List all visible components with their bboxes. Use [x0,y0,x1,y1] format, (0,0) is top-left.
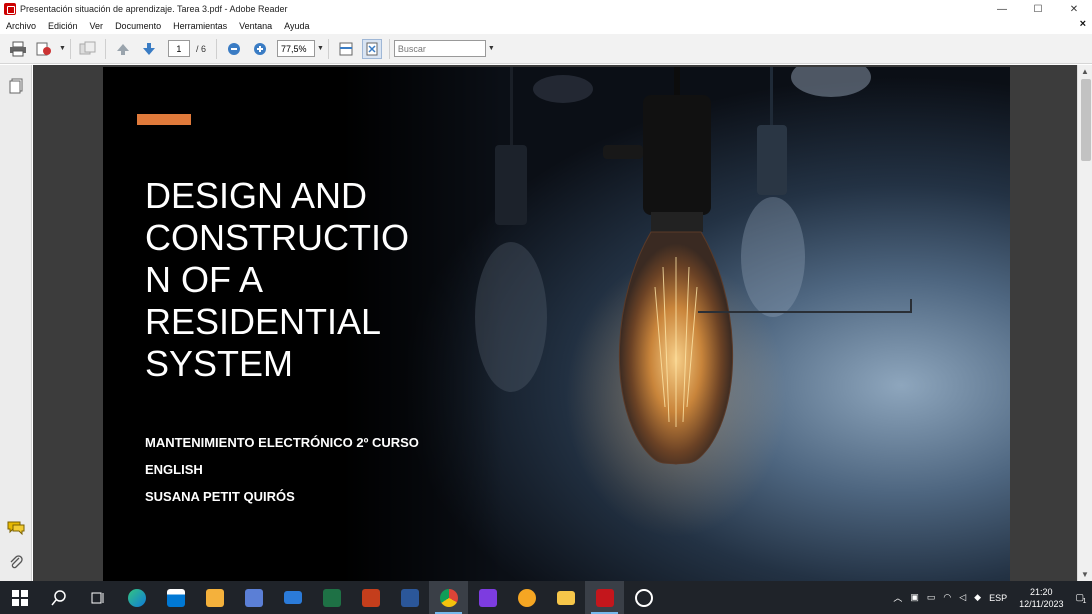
adobe-reader-icon [4,3,16,15]
close-document-button[interactable]: × [1080,18,1086,30]
language-indicator[interactable]: ESP [989,593,1007,603]
search-input[interactable]: Buscar [393,40,486,57]
zoom-level-input[interactable]: 77,5% [276,40,315,57]
slide-subtitle-course: MANTENIMIENTO ELECTRÓNICO 2º CURSO [145,435,419,450]
menu-archivo[interactable]: Archivo [0,21,42,31]
notepad-icon[interactable] [234,581,273,614]
start-icon[interactable] [0,581,39,614]
zoom-in-icon[interactable] [250,39,270,59]
menu-edicion[interactable]: Edición [42,21,84,31]
system-tray: ︿ ▣ ▭ ◠ ◁ ◆ ESP 21:20 12/11/2023 ▢ 1 [889,581,1092,614]
accent-bar [137,114,191,125]
minimize-button[interactable]: — [984,0,1020,18]
document-viewer[interactable]: DESIGN AND CONSTRUCTIO N OF A RESIDENTIA… [33,65,1077,581]
clock-date: 12/11/2023 [1019,598,1064,609]
dropbox-icon[interactable]: ◆ [974,592,981,603]
meet-now-icon[interactable]: ▣ [910,592,919,603]
screen-recorder-icon[interactable] [624,581,663,614]
toolbar-separator [327,38,329,59]
collaborate-icon[interactable] [78,39,98,59]
media-player-icon[interactable] [195,581,234,614]
close-button[interactable]: ✕ [1056,0,1092,18]
fit-width-icon[interactable] [336,39,356,59]
page-total: / 6 [195,43,206,54]
show-hidden-icons-icon[interactable]: ︿ [893,591,902,604]
toolbar-separator [215,38,217,59]
wifi-icon[interactable]: ◠ [943,592,951,603]
slide-subtitle-subject: ENGLISH [145,462,203,477]
scroll-down-icon[interactable]: ▼ [1081,570,1089,579]
volume-icon[interactable]: ◁ [959,592,966,603]
scroll-up-icon[interactable]: ▲ [1081,67,1089,76]
next-page-icon[interactable] [139,39,159,59]
word-icon[interactable] [390,581,429,614]
menu-documento[interactable]: Documento [109,21,167,31]
powerpoint-icon[interactable] [351,581,390,614]
previous-page-icon[interactable] [113,39,133,59]
scroll-thumb[interactable] [1081,79,1091,161]
menu-ayuda[interactable]: Ayuda [278,21,315,31]
zoom-out-icon[interactable] [224,39,244,59]
menu-herramientas[interactable]: Herramientas [167,21,233,31]
navigation-panel [0,65,32,581]
clock-time: 21:20 [1030,586,1053,597]
window-title: Presentación situación de aprendizaje. T… [20,4,288,14]
mail-icon[interactable] [273,581,312,614]
toolbar-separator [69,38,71,59]
toolbar-separator [104,38,106,59]
chrome-icon[interactable] [429,581,468,614]
slide-title: DESIGN AND CONSTRUCTIO N OF A RESIDENTIA… [145,175,409,384]
menu-ver[interactable]: Ver [84,21,110,31]
fit-page-icon[interactable] [361,38,382,59]
attachment-icon[interactable] [7,553,25,571]
search-icon[interactable] [39,581,78,614]
task-view-icon[interactable] [78,581,117,614]
notification-count: 1 [1082,598,1087,605]
brave-icon[interactable] [507,581,546,614]
title-bar: Presentación situación de aprendizaje. T… [0,0,1092,18]
store-icon[interactable] [156,581,195,614]
share-dropdown-icon[interactable]: ▼ [59,45,66,52]
toolbar-separator [388,38,390,59]
file-explorer-icon[interactable] [546,581,585,614]
menu-bar: Archivo Edición Ver Documento Herramient… [0,18,1092,34]
taskbar: ︿ ▣ ▭ ◠ ◁ ◆ ESP 21:20 12/11/2023 ▢ 1 [0,581,1092,614]
edge-icon[interactable] [117,581,156,614]
battery-icon[interactable]: ▭ [927,592,936,603]
pages-thumbnail-icon[interactable] [7,77,25,95]
page-number-input[interactable]: 1 [167,40,190,57]
excel-icon[interactable] [312,581,351,614]
comments-icon[interactable] [7,519,25,537]
maximize-button[interactable]: ☐ [1020,0,1056,18]
zoom-dropdown-icon[interactable]: ▼ [317,45,324,52]
search-dropdown-icon[interactable]: ▼ [488,45,495,52]
share-icon[interactable] [34,39,54,59]
vertical-scrollbar[interactable]: ▲ ▼ [1077,65,1092,581]
adobe-reader-taskbar-icon[interactable] [585,581,624,614]
onenote-icon[interactable] [468,581,507,614]
slide-page: DESIGN AND CONSTRUCTIO N OF A RESIDENTIA… [103,67,1010,581]
toolbar: ▼ 1 / 6 77,5% ▼ Buscar ▼ [0,34,1092,64]
notifications-icon[interactable]: ▢ 1 [1075,592,1087,605]
slide-subtitle-author: SUSANA PETIT QUIRÓS [145,489,295,504]
print-icon[interactable] [8,39,28,59]
clock[interactable]: 21:20 12/11/2023 [1019,586,1063,610]
menu-ventana[interactable]: Ventana [233,21,278,31]
